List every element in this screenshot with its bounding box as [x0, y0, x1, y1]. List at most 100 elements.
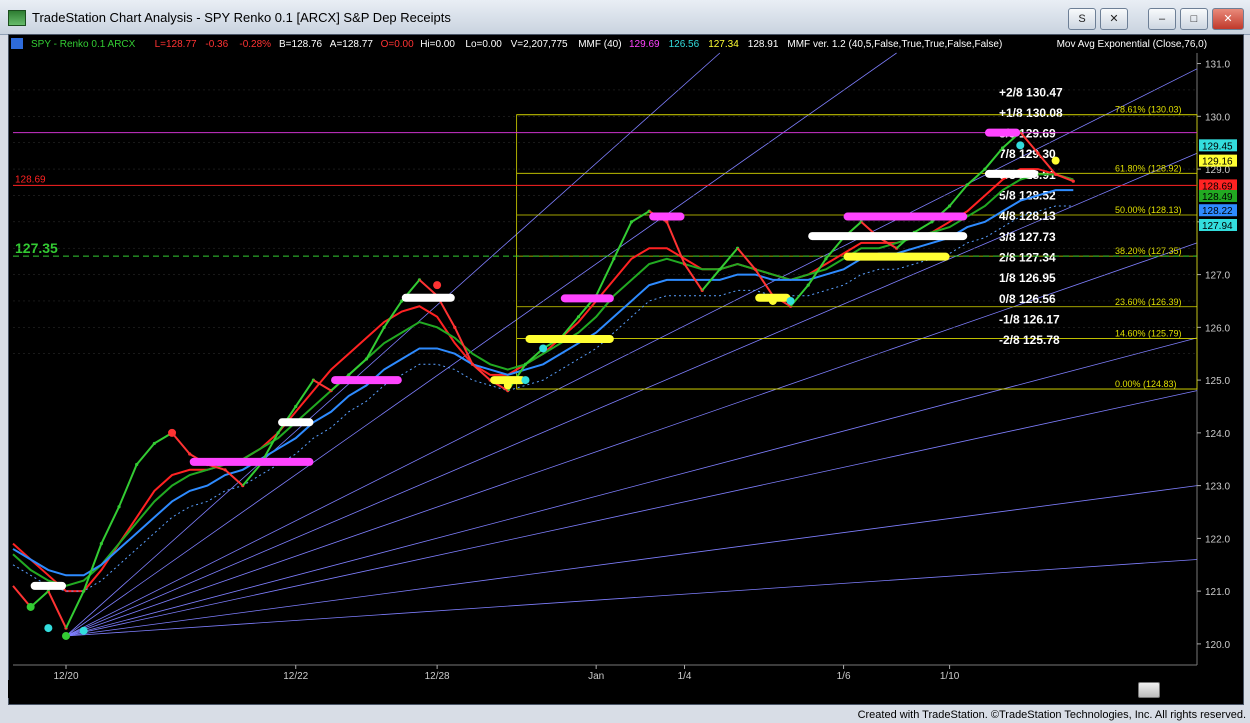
y-tick-label: 131.0: [1205, 60, 1230, 71]
gann-level-label: 2/8 127.34: [999, 251, 1056, 265]
minimize-button[interactable]: –: [1148, 8, 1176, 30]
pivot-dot: [1051, 156, 1060, 165]
maximize-button[interactable]: □: [1180, 8, 1208, 30]
status-field: 127.34: [708, 39, 739, 50]
moving-average-line: [12, 189, 1074, 577]
signal-block: [30, 581, 67, 590]
gann-fan-line: [65, 52, 721, 637]
horizontal-scrollbar[interactable]: [8, 680, 1196, 698]
fib-level-label: 23.60% (126.39): [1115, 297, 1182, 307]
price-segment: [913, 220, 933, 234]
gann-level-label: 5/8 128.52: [999, 188, 1056, 202]
gann-level-label: 7/8 129.30: [999, 147, 1056, 161]
signal-block: [984, 128, 1021, 137]
gann-level-label: +2/8 130.47: [999, 86, 1063, 100]
status-field: MMF (40): [578, 39, 621, 50]
gann-fan-line: [65, 337, 1198, 637]
price-segment: [966, 168, 986, 186]
signal-block: [401, 293, 455, 302]
signal-block: [984, 169, 1038, 178]
signal-block: [560, 294, 614, 303]
price-segment: [171, 432, 191, 455]
pivot-dot: [62, 631, 71, 640]
signal-block: [649, 212, 685, 221]
price-segment: [612, 221, 633, 260]
fib-level-label: 14.60% (125.79): [1115, 328, 1182, 338]
reference-line-label: 127.35: [15, 240, 58, 256]
y-tick-label: 127.0: [1205, 271, 1230, 282]
status-field: L=128.77: [155, 39, 197, 50]
gann-level-label: 3/8 127.73: [999, 230, 1056, 244]
chart-panel[interactable]: SPY - Renko 0.1 ARCX L=128.77 -0.36 -0.28% B…: [8, 34, 1244, 705]
window-titlebar: TradeStation Chart Analysis - SPY Renko …: [0, 0, 1250, 35]
pivot-dot: [768, 296, 777, 305]
y-tick-label: 130.0: [1205, 112, 1230, 123]
price-marker-label: 127.94: [1202, 221, 1233, 232]
y-tick-label: 121.0: [1205, 587, 1230, 598]
gann-level-label: 4/8 128.13: [999, 209, 1056, 223]
gann-fan-line: [65, 52, 897, 637]
status-field: 126.56: [669, 39, 700, 50]
close-window-small-button[interactable]: ✕: [1100, 8, 1128, 30]
price-segment: [1055, 173, 1074, 183]
price-segment: [665, 221, 686, 265]
y-tick-label: 125.0: [1205, 376, 1230, 387]
pivot-dot: [44, 624, 53, 633]
price-segment: [312, 379, 332, 392]
status-field: Lo=0.00: [465, 39, 502, 50]
pivot-dot: [1016, 141, 1025, 150]
signal-block: [808, 232, 968, 241]
y-tick-label: 126.0: [1205, 323, 1230, 334]
status-field: B=128.76: [279, 39, 323, 50]
status-field: -0.36: [205, 39, 228, 50]
fib-level-label: 61.80% (128.92): [1115, 163, 1182, 173]
symbol-icon: [11, 38, 23, 49]
signal-block: [189, 457, 314, 466]
price-segment: [348, 358, 368, 376]
status-field: 128.91: [748, 39, 779, 50]
gann-fan-line: [65, 485, 1198, 637]
price-marker-label: 129.16: [1202, 157, 1233, 168]
price-marker-label: 128.22: [1202, 206, 1233, 217]
footer-copyright: Created with TradeStation. ©TradeStation…: [857, 709, 1246, 721]
pivot-dot: [26, 602, 35, 611]
gann-level-label: 1/8 126.95: [999, 271, 1056, 285]
gann-level-label: +1/8 130.08: [999, 106, 1063, 120]
renko-chart[interactable]: SPY - Renko 0.1 ARCX L=128.77 -0.36 -0.28% B…: [9, 35, 1243, 682]
status-field: Mov Avg Exponential (Close,76,0): [1057, 39, 1207, 50]
scrollbar-thumb[interactable]: [1138, 682, 1160, 698]
pivot-dot: [433, 281, 442, 290]
status-field: 129.69: [629, 39, 660, 50]
gann-level-label: -2/8 125.78: [999, 333, 1060, 347]
signal-block: [525, 334, 614, 343]
status-field: O=0.00: [381, 39, 415, 50]
fib-level-label: 50.00% (128.13): [1115, 205, 1182, 215]
status-field: SPY - Renko 0.1 ARCX: [31, 39, 136, 50]
pivot-dot: [521, 376, 530, 385]
y-tick-label: 122.0: [1205, 534, 1230, 545]
fib-level-label: 0.00% (124.83): [1115, 379, 1177, 389]
y-tick-label: 124.0: [1205, 429, 1230, 440]
s-menu-button[interactable]: S: [1068, 8, 1096, 30]
signal-block: [331, 376, 402, 385]
y-tick-label: 120.0: [1205, 640, 1230, 651]
price-point: [1071, 179, 1075, 183]
fib-level-label: 78.61% (130.03): [1115, 105, 1182, 115]
fib-level-label: 38.20% (127.35): [1115, 246, 1182, 256]
pivot-dot: [539, 344, 548, 353]
pivot-dot: [786, 296, 795, 305]
status-field: Hi=0.00: [420, 39, 455, 50]
price-marker-label: 129.45: [1202, 141, 1233, 152]
tradestation-app-icon: [8, 10, 26, 26]
price-segment: [630, 210, 650, 223]
y-tick-label: 123.0: [1205, 482, 1230, 493]
close-button[interactable]: ✕: [1212, 8, 1244, 30]
gann-fan-line: [65, 559, 1198, 637]
signal-block: [278, 418, 314, 427]
price-segment: [12, 585, 32, 608]
price-segment: [100, 506, 120, 545]
gann-level-label: 0/8 126.56: [999, 292, 1056, 306]
price-marker-label: 128.49: [1202, 192, 1233, 203]
pivot-dot: [168, 428, 177, 437]
status-field: MMF ver. 1.2 (40,5,False,True,True,False…: [787, 39, 1002, 50]
